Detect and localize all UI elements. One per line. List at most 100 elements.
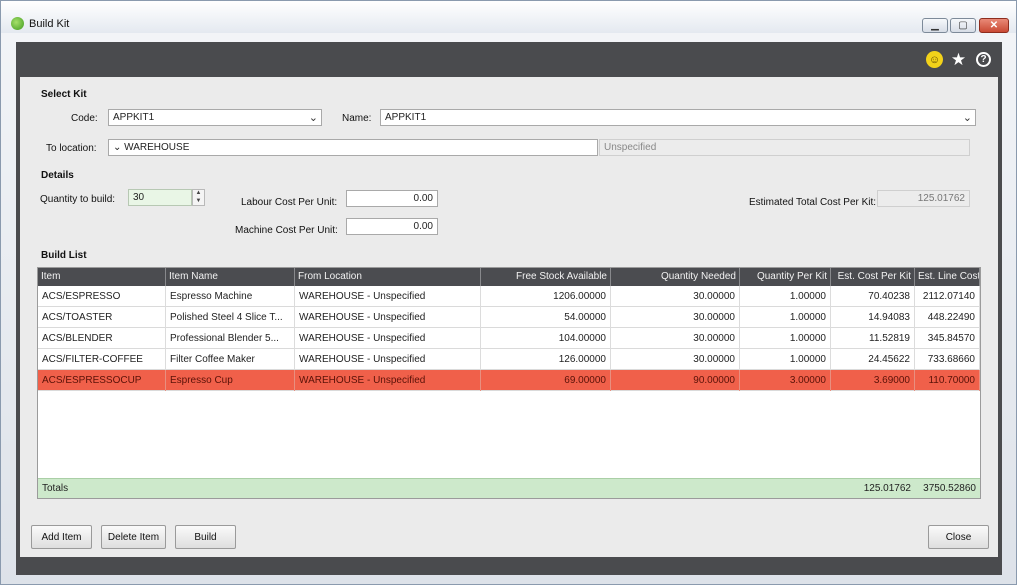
- column-header-item[interactable]: Item: [38, 268, 166, 286]
- column-header-from-location[interactable]: From Location: [295, 268, 481, 286]
- totals-label: Totals: [42, 483, 69, 494]
- maximize-button[interactable]: ▢: [950, 18, 976, 33]
- totals-line-cost: 3750.52860: [923, 483, 976, 494]
- cell-qty-needed: 30.00000: [611, 286, 740, 307]
- totals-cost-per-kit: 125.01762: [863, 483, 911, 494]
- cell-est-line-cost: 733.68660: [915, 349, 980, 370]
- est-total-field: 125.01762: [877, 190, 970, 207]
- cell-item: ACS/TOASTER: [38, 307, 166, 328]
- cell-item: ACS/ESPRESSOCUP: [38, 370, 166, 391]
- cell-est-cost-per-kit: 11.52819: [831, 328, 915, 349]
- code-value: APPKIT1: [113, 112, 155, 123]
- cell-est-cost-per-kit: 24.45622: [831, 349, 915, 370]
- build-kit-window: Build Kit ▁ ▢ ✕ ☺ ★ ? Select Kit Code: A…: [0, 0, 1017, 585]
- to-location-combo[interactable]: ⌄ WAREHOUSE: [108, 139, 598, 156]
- cell-est-cost-per-kit: 3.69000: [831, 370, 915, 391]
- help-icon[interactable]: ?: [976, 52, 991, 67]
- build-list-heading: Build List: [41, 250, 87, 261]
- cell-item-name: Filter Coffee Maker: [166, 349, 295, 370]
- cell-item: ACS/FILTER-COFFEE: [38, 349, 166, 370]
- window-close-button[interactable]: ✕: [979, 18, 1009, 33]
- table-row[interactable]: ACS/ESPRESSO Espresso Machine WAREHOUSE …: [38, 286, 980, 307]
- column-header-qty-needed[interactable]: Quantity Needed: [611, 268, 740, 286]
- smiley-icon[interactable]: ☺: [926, 51, 943, 68]
- totals-row: Totals 125.01762 3750.52860: [38, 478, 980, 498]
- header-toolbar: ☺ ★ ?: [16, 42, 1002, 77]
- name-label: Name:: [342, 113, 372, 124]
- cell-free-stock: 104.00000: [481, 328, 611, 349]
- cell-qty-per-kit: 1.00000: [740, 307, 831, 328]
- select-kit-heading: Select Kit: [41, 89, 87, 100]
- cell-item: ACS/ESPRESSO: [38, 286, 166, 307]
- cell-free-stock: 69.00000: [481, 370, 611, 391]
- table-row[interactable]: ACS/TOASTER Polished Steel 4 Slice T... …: [38, 307, 980, 328]
- cell-qty-per-kit: 1.00000: [740, 286, 831, 307]
- spin-down-icon[interactable]: ▼: [193, 198, 204, 205]
- add-item-button[interactable]: Add Item: [31, 525, 92, 549]
- labour-cost-label: Labour Cost Per Unit:: [241, 197, 338, 208]
- quantity-input[interactable]: 30: [128, 189, 192, 206]
- cell-qty-per-kit: 1.00000: [740, 328, 831, 349]
- cell-free-stock: 1206.00000: [481, 286, 611, 307]
- cell-item-name: Espresso Cup: [166, 370, 295, 391]
- to-location-value: WAREHOUSE: [124, 142, 190, 153]
- cell-est-line-cost: 448.22490: [915, 307, 980, 328]
- cell-free-stock: 126.00000: [481, 349, 611, 370]
- labour-cost-input[interactable]: 0.00: [346, 190, 438, 207]
- cell-item-name: Espresso Machine: [166, 286, 295, 307]
- chevron-down-icon[interactable]: ⌄: [309, 111, 318, 124]
- cell-qty-per-kit: 1.00000: [740, 349, 831, 370]
- column-header-est-line-cost[interactable]: Est. Line Cost: [915, 268, 980, 286]
- quantity-stepper[interactable]: ▲ ▼: [192, 189, 205, 206]
- minimize-button[interactable]: ▁: [922, 18, 948, 33]
- cell-qty-needed: 90.00000: [611, 370, 740, 391]
- cell-from-location: WAREHOUSE - Unspecified: [295, 370, 481, 391]
- close-button[interactable]: Close: [928, 525, 989, 549]
- column-header-est-cost-per-kit[interactable]: Est. Cost Per Kit: [831, 268, 915, 286]
- column-header-qty-per-kit[interactable]: Quantity Per Kit: [740, 268, 831, 286]
- title-bar: Build Kit ▁ ▢ ✕: [1, 1, 1016, 33]
- cell-item: ACS/BLENDER: [38, 328, 166, 349]
- cell-from-location: WAREHOUSE - Unspecified: [295, 307, 481, 328]
- cell-item-name: Professional Blender 5...: [166, 328, 295, 349]
- grid-header: Item Item Name From Location Free Stock …: [38, 268, 980, 286]
- cell-est-cost-per-kit: 70.40238: [831, 286, 915, 307]
- cell-free-stock: 54.00000: [481, 307, 611, 328]
- spin-up-icon[interactable]: ▲: [193, 190, 204, 197]
- cell-est-cost-per-kit: 14.94083: [831, 307, 915, 328]
- to-location-label: To location:: [46, 143, 97, 154]
- build-button[interactable]: Build: [175, 525, 236, 549]
- build-list-grid: Item Item Name From Location Free Stock …: [37, 267, 981, 499]
- cell-est-line-cost: 2112.07140: [915, 286, 980, 307]
- details-heading: Details: [41, 170, 74, 181]
- chevron-down-icon[interactable]: ⌄: [963, 111, 972, 124]
- cell-est-line-cost: 345.84570: [915, 328, 980, 349]
- cell-qty-per-kit: 3.00000: [740, 370, 831, 391]
- delete-item-button[interactable]: Delete Item: [101, 525, 166, 549]
- cell-from-location: WAREHOUSE - Unspecified: [295, 328, 481, 349]
- machine-cost-input[interactable]: 0.00: [346, 218, 438, 235]
- table-row[interactable]: ACS/BLENDER Professional Blender 5... WA…: [38, 328, 980, 349]
- cell-from-location: WAREHOUSE - Unspecified: [295, 349, 481, 370]
- quantity-label: Quantity to build:: [40, 194, 116, 205]
- cell-qty-needed: 30.00000: [611, 328, 740, 349]
- cell-qty-needed: 30.00000: [611, 349, 740, 370]
- chevron-down-icon[interactable]: ⌄: [113, 142, 124, 153]
- column-header-item-name[interactable]: Item Name: [166, 268, 295, 286]
- star-icon[interactable]: ★: [950, 50, 967, 69]
- app-logo-icon: [11, 17, 24, 30]
- column-header-free-stock[interactable]: Free Stock Available: [481, 268, 611, 286]
- cell-qty-needed: 30.00000: [611, 307, 740, 328]
- form-content: Select Kit Code: APPKIT1 ⌄ Name: APPKIT1…: [20, 77, 998, 557]
- name-combo[interactable]: APPKIT1 ⌄: [380, 109, 976, 126]
- code-label: Code:: [71, 113, 98, 124]
- table-row[interactable]: ACS/FILTER-COFFEE Filter Coffee Maker WA…: [38, 349, 980, 370]
- cell-est-line-cost: 110.70000: [915, 370, 980, 391]
- table-row-insufficient-stock[interactable]: ACS/ESPRESSOCUP Espresso Cup WAREHOUSE -…: [38, 370, 980, 391]
- name-value: APPKIT1: [385, 112, 427, 123]
- machine-cost-label: Machine Cost Per Unit:: [235, 225, 338, 236]
- form-frame: ☺ ★ ? Select Kit Code: APPKIT1 ⌄ Name: A…: [16, 42, 1002, 575]
- code-combo[interactable]: APPKIT1 ⌄: [108, 109, 322, 126]
- bin-field: Unspecified: [599, 139, 970, 156]
- cell-item-name: Polished Steel 4 Slice T...: [166, 307, 295, 328]
